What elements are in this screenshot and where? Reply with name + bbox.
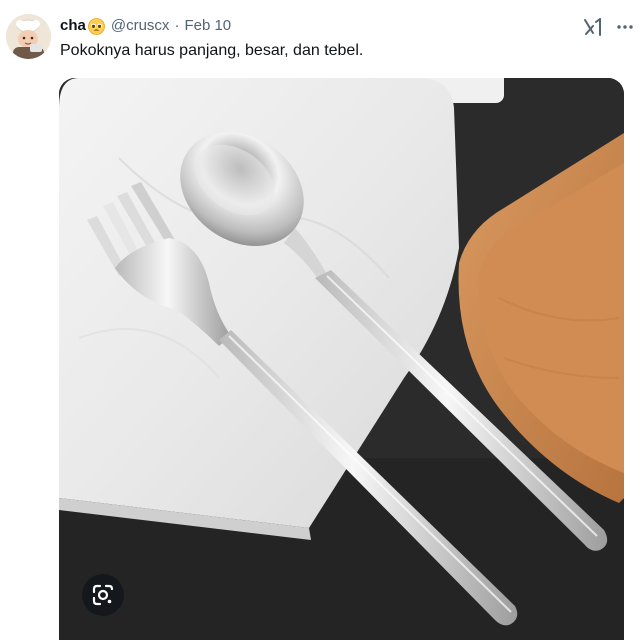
tweet[interactable]: cha @cruscx · Feb 10 Pokoknya harus panj…: [0, 0, 640, 640]
user-handle[interactable]: @cruscx: [111, 16, 170, 36]
tweet-text: Pokoknya harus panjang, besar, dan tebel…: [60, 42, 364, 59]
grok-icon: [584, 18, 601, 36]
display-name[interactable]: cha: [60, 16, 86, 36]
separator-dot: ·: [174, 17, 180, 34]
more-options-button[interactable]: [612, 14, 638, 40]
more-options-icon: [617, 25, 633, 29]
tweet-header: cha @cruscx · Feb 10: [60, 15, 231, 37]
avatar-image: [6, 14, 51, 59]
google-lens-button[interactable]: [82, 574, 124, 616]
pleading-face-emoji: [87, 17, 105, 35]
avatar[interactable]: [6, 14, 51, 59]
tweet-photo: [59, 78, 624, 640]
tweet-media[interactable]: [59, 78, 624, 640]
google-lens-icon: [92, 584, 114, 606]
post-date[interactable]: Feb 10: [184, 16, 231, 36]
grok-button[interactable]: [578, 14, 608, 40]
